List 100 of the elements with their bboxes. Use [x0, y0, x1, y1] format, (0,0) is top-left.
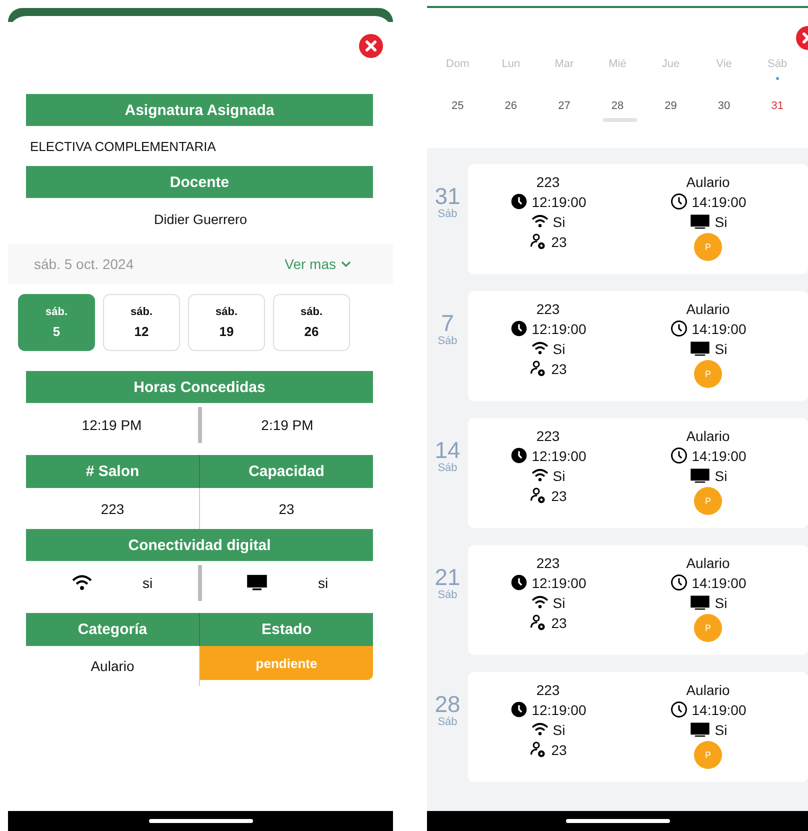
wifi-icon: [530, 721, 549, 738]
end-time: 14:19:00: [692, 702, 746, 718]
column-header: # Salon: [84, 462, 140, 482]
wifi-value: Si: [552, 214, 566, 230]
wifi-icon: [530, 213, 549, 230]
session-card[interactable]: 223 12:19:00 Si 23 Aulario 14:19:00 Si P: [468, 545, 808, 655]
status-badge: P: [694, 741, 722, 769]
date-chip[interactable]: sáb. 26: [273, 294, 350, 351]
clock-icon: [670, 193, 688, 210]
wifi-icon: [530, 340, 549, 357]
status-badge: P: [694, 233, 722, 261]
wifi-icon: [70, 574, 93, 592]
room-number: 223: [100, 500, 126, 518]
date-chip[interactable]: sáb. 5: [18, 294, 95, 351]
category-value: Aulario: [686, 174, 730, 190]
session-card[interactable]: 223 12:19:00 Si 23 Aulario 14:19:00 Si P: [468, 164, 808, 274]
chevron-down-icon: [341, 261, 351, 267]
clock-icon: [510, 574, 528, 591]
capacity-value: 23: [551, 360, 567, 376]
person-icon: [529, 614, 548, 631]
clock-icon: [670, 320, 688, 337]
weekday-label: Sáb: [438, 462, 458, 474]
status-badge: pendiente: [200, 646, 373, 680]
monitor-icon: [688, 340, 711, 357]
section-header: Horas Concedidas: [26, 371, 373, 403]
clock-icon: [510, 701, 528, 718]
section-header: Conectividad digital: [26, 529, 373, 561]
weekday-label: Sáb: [438, 208, 458, 220]
start-time: 12:19:00: [532, 702, 586, 718]
category-value: Aulario: [686, 555, 730, 571]
end-time: 14:19:00: [692, 574, 746, 590]
session-card[interactable]: 223 12:19:00 Si 23 Aulario 14:19:00 Si P: [468, 672, 808, 782]
wifi-value: si: [142, 575, 153, 591]
wifi-icon: [530, 594, 549, 611]
capacity-value: 23: [551, 488, 567, 504]
monitor-icon: [688, 721, 711, 738]
day-number: 7: [441, 311, 454, 335]
clock-icon: [670, 701, 688, 718]
monitor-icon: [688, 467, 711, 484]
weekday-label: Jue: [662, 58, 680, 70]
room-number: 223: [536, 301, 560, 317]
monitor-icon: [688, 213, 711, 230]
clock-icon: [510, 447, 528, 464]
screen-value: Si: [714, 214, 728, 230]
close-icon[interactable]: [359, 34, 383, 58]
start-time: 12:19 PM: [80, 417, 143, 433]
session-card[interactable]: 223 12:19:00 Si 23 Aulario 14:19:00 Si P: [468, 291, 808, 401]
section-header: Docente: [26, 166, 373, 198]
session-card[interactable]: 223 12:19:00 Si 23 Aulario 14:19:00 Si P: [468, 418, 808, 528]
section-header: Asignatura Asignada: [26, 94, 373, 126]
start-time: 12:19:00: [532, 320, 586, 336]
person-icon: [529, 741, 548, 758]
home-indicator[interactable]: [566, 819, 670, 823]
wifi-icon: [530, 467, 549, 484]
room-number: 223: [536, 682, 560, 698]
date-chip[interactable]: sáb. 19: [188, 294, 265, 351]
calendar-day[interactable]: 27: [558, 100, 570, 112]
subject-name: ELECTIVA COMPLEMENTARIA: [29, 138, 217, 156]
room-number: 223: [536, 174, 560, 190]
weekday-label: Lun: [502, 58, 520, 70]
date-chip[interactable]: sáb. 12: [103, 294, 180, 351]
calendar-day[interactable]: 30: [718, 100, 730, 112]
person-icon: [529, 487, 548, 504]
capacity-value: 23: [551, 742, 567, 758]
day-number: 31: [434, 184, 460, 208]
start-time: 12:19:00: [532, 574, 586, 590]
weekday-label: Sáb: [438, 716, 458, 728]
start-time: 12:19:00: [532, 194, 586, 210]
room-number: 223: [536, 555, 560, 571]
screen-value: Si: [714, 722, 728, 738]
weekday-label: Dom: [446, 58, 470, 70]
weekday-label: Vie: [716, 58, 732, 70]
calendar-day[interactable]: 26: [504, 100, 518, 112]
wifi-value: Si: [552, 468, 566, 484]
status-badge: P: [694, 360, 722, 388]
day-number: 28: [434, 692, 460, 716]
calendar-day[interactable]: 25: [452, 100, 464, 112]
category-value: Aulario: [90, 657, 136, 676]
calendar-day[interactable]: 28: [611, 100, 624, 112]
clock-icon: [670, 574, 688, 591]
date-label: sáb. 5 oct. 2024: [34, 256, 134, 272]
column-header: Capacidad: [199, 455, 373, 488]
person-icon: [529, 360, 548, 377]
clock-icon: [510, 193, 528, 210]
day-number: 21: [434, 565, 460, 589]
person-icon: [529, 233, 548, 250]
teacher-name: Didier Guerrero: [152, 211, 248, 229]
start-time: 12:19:00: [532, 448, 586, 464]
wifi-value: Si: [552, 340, 566, 356]
weekday-label: Mié: [608, 58, 626, 70]
screen-value: Si: [714, 468, 728, 484]
calendar-day[interactable]: 31: [771, 100, 784, 112]
wifi-value: Si: [552, 722, 566, 738]
category-value: Aulario: [686, 301, 730, 317]
monitor-icon: [688, 594, 711, 611]
calendar-day[interactable]: 29: [664, 100, 677, 112]
home-indicator[interactable]: [148, 819, 252, 823]
screen-value: Si: [714, 340, 728, 356]
day-number: 14: [434, 438, 460, 462]
end-time: 14:19:00: [692, 320, 746, 336]
